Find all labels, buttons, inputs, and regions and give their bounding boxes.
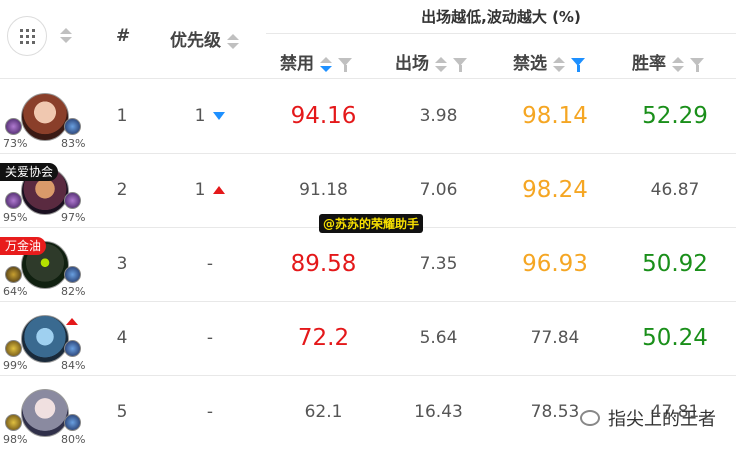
hero-tag-badge: 万金油 [0, 237, 47, 255]
trend-up-icon [66, 318, 78, 325]
priority-header-label: 优先级 [170, 31, 221, 51]
wechat-icon [580, 410, 600, 426]
appear-cell: 16.43 [414, 402, 463, 422]
priority-cell: 1 [165, 153, 255, 227]
winrate-header-label: 胜率 [632, 54, 666, 74]
banpick-header[interactable]: 禁选 [513, 49, 585, 74]
banpick-header-label: 禁选 [513, 54, 547, 74]
skill-right-pct: 82% [61, 285, 86, 298]
hero-cell[interactable]: 73% 83% [0, 91, 90, 153]
priority-value: 1 [194, 180, 206, 200]
hero-cell[interactable]: 万金油 64% 82% [0, 237, 90, 301]
skill-left-icon [5, 414, 22, 431]
hero-avatar[interactable] [21, 93, 69, 141]
winrate-cell: 52.29 [642, 103, 708, 129]
priority-cell: - [206, 328, 214, 348]
skill-left-pct: 99% [3, 359, 28, 372]
rank-cell: 2 [116, 180, 128, 200]
skill-right-pct: 97% [61, 211, 86, 224]
table-row[interactable]: 99% 84% 4 - 72.2 5.64 77.84 50.24 [0, 301, 736, 376]
skill-right-pct: 83% [61, 137, 86, 150]
skill-right-icon [64, 340, 81, 357]
rank-cell: 5 [116, 402, 128, 422]
group-divider [266, 33, 736, 34]
grid-menu-button[interactable] [7, 16, 47, 56]
winrate-cell: 50.92 [642, 251, 708, 277]
ban-filter-icon[interactable] [338, 58, 352, 72]
skill-left-pct: 64% [3, 285, 28, 298]
wechat-label: 指尖上的王者 [608, 409, 716, 430]
table-row[interactable]: 万金油 64% 82% 3 - 89.58 7.35 96.93 50.92 [0, 227, 736, 302]
table-header: # 优先级 出场越低,波动越大 (%) 禁用 出场 禁选 胜率 [0, 0, 736, 79]
rank-cell: 4 [116, 328, 128, 348]
ban-cell: 72.2 [297, 325, 350, 351]
appear-header[interactable]: 出场 [395, 49, 467, 74]
skill-right-pct: 84% [61, 359, 86, 372]
winrate-header[interactable]: 胜率 [632, 49, 704, 74]
skill-left-icon [5, 192, 22, 209]
priority-cell: 1 [165, 79, 255, 153]
hero-sort-icon[interactable] [60, 28, 72, 43]
skill-right-icon [64, 266, 81, 283]
appear-header-label: 出场 [395, 54, 429, 74]
priority-value: 1 [194, 106, 206, 126]
hero-cell[interactable]: 关爱协会 95% 97% [0, 163, 90, 227]
skill-right-icon [64, 192, 81, 209]
ban-sort-icon[interactable] [320, 56, 332, 72]
rank-header: # [116, 26, 131, 46]
skill-left-icon [5, 340, 22, 357]
banpick-filter-icon[interactable] [571, 58, 585, 72]
priority-cell: - [206, 402, 214, 422]
banpick-sort-icon[interactable] [553, 56, 565, 72]
skill-right-icon [64, 414, 81, 431]
group-title: 出场越低,波动越大 (%) [421, 8, 581, 26]
winrate-cell: 46.87 [650, 180, 700, 200]
table-row[interactable]: 73% 83% 1 1 94.16 3.98 98.14 52.29 [0, 79, 736, 154]
priority-sort-icon[interactable] [227, 33, 239, 49]
priority-header[interactable]: 优先级 [170, 26, 239, 51]
appear-filter-icon[interactable] [453, 58, 467, 72]
hero-cell[interactable]: 98% 80% [0, 387, 90, 449]
banpick-cell: 96.93 [522, 251, 588, 277]
skill-left-pct: 95% [3, 211, 28, 224]
ban-header-label: 禁用 [280, 54, 314, 74]
appear-sort-icon[interactable] [435, 56, 447, 72]
banpick-cell: 98.24 [522, 177, 588, 203]
appear-cell: 7.35 [419, 254, 458, 274]
ban-cell: 94.16 [290, 103, 357, 129]
skill-left-icon [5, 266, 22, 283]
skill-right-pct: 80% [61, 433, 86, 446]
priority-cell: - [206, 254, 214, 274]
banpick-cell: 98.14 [522, 103, 588, 129]
hero-cell[interactable]: 99% 84% [0, 313, 90, 375]
skill-left-icon [5, 118, 22, 135]
trend-down-icon [213, 112, 226, 120]
banpick-cell: 77.84 [530, 328, 580, 348]
wechat-watermark: 指尖上的王者 [580, 405, 716, 431]
winrate-filter-icon[interactable] [690, 58, 704, 72]
appear-cell: 5.64 [419, 328, 458, 348]
grid-icon [19, 28, 35, 44]
rank-cell: 1 [116, 106, 128, 126]
watermark-label: @苏苏的荣耀助手 [319, 214, 424, 233]
appear-cell: 3.98 [419, 106, 458, 126]
trend-up-icon [213, 186, 226, 194]
ban-cell: 62.1 [304, 402, 343, 422]
skill-right-icon [64, 118, 81, 135]
ban-header[interactable]: 禁用 [280, 49, 352, 74]
skill-left-pct: 98% [3, 433, 28, 446]
hero-tag-badge: 关爱协会 [0, 163, 59, 181]
winrate-cell: 50.24 [642, 325, 708, 351]
skill-left-pct: 73% [3, 137, 28, 150]
rank-cell: 3 [116, 254, 128, 274]
hero-avatar[interactable] [21, 389, 69, 437]
ban-cell: 89.58 [290, 251, 357, 277]
hero-avatar[interactable] [21, 315, 69, 363]
winrate-sort-icon[interactable] [672, 56, 684, 72]
